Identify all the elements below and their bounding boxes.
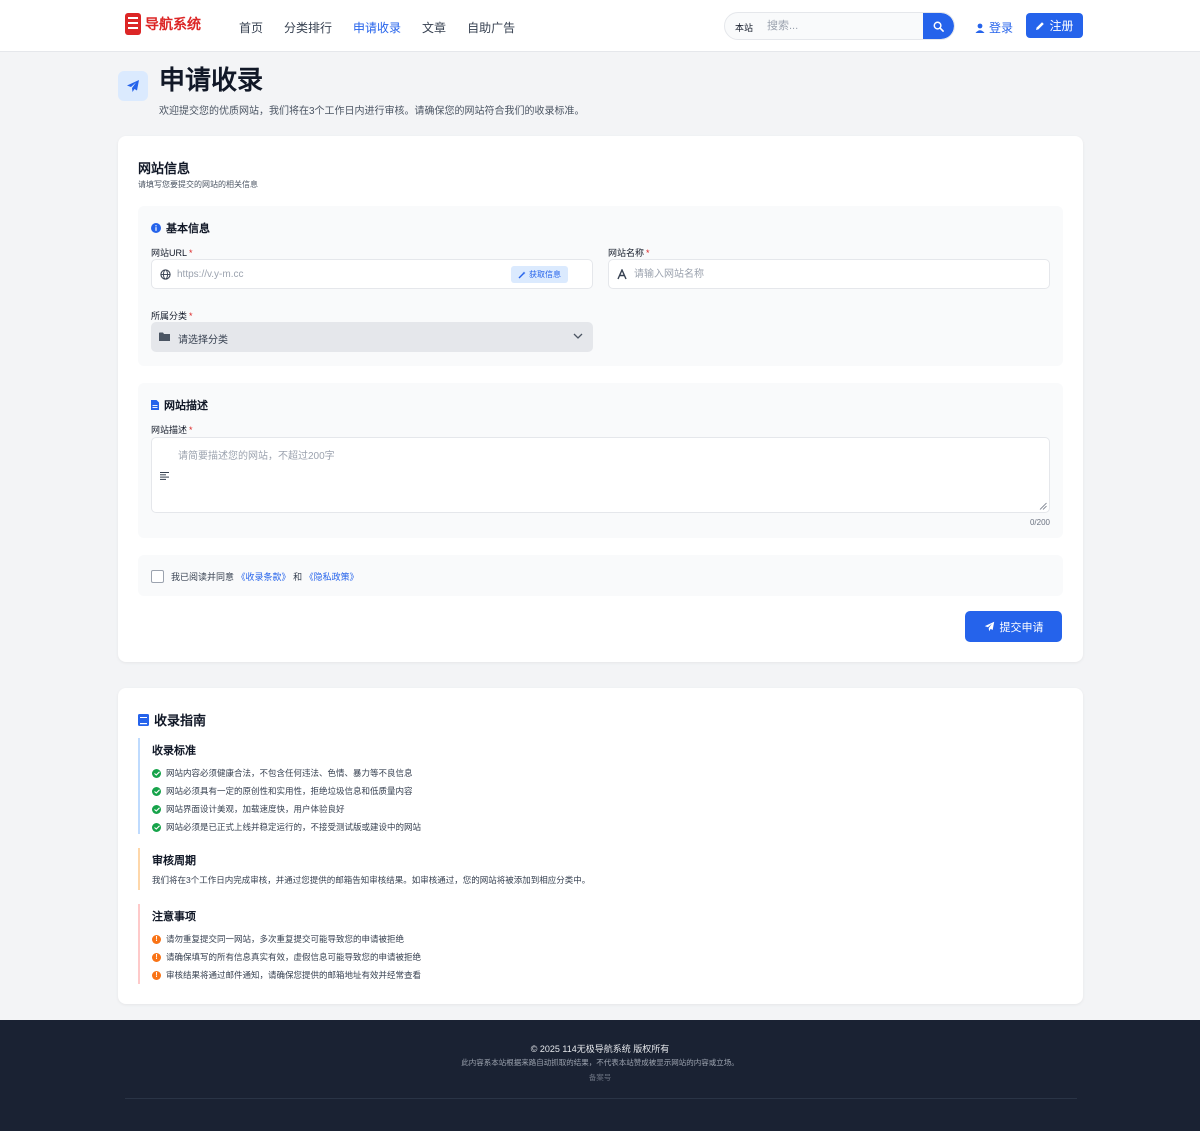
name-field <box>608 259 1050 289</box>
align-left-icon <box>160 472 169 480</box>
list-item: ! 请确保填写的所有信息真实有效，虚假信息可能导致您的申请被拒绝 <box>152 948 421 966</box>
nav-home[interactable]: 首页 <box>239 19 263 36</box>
info-icon <box>151 223 161 233</box>
list-item: ! 审核结果将通过邮件通知，请确保您提供的邮箱地址有效并经常查看 <box>152 966 421 984</box>
url-label: 网站URL * <box>151 248 193 258</box>
guide-title: 收录指南 <box>138 710 206 729</box>
logo[interactable]: 导航系统 <box>125 13 201 35</box>
category-label: 所属分类 * <box>151 311 193 321</box>
description-section: 网站描述 网站描述 * 请简要描述您的网站，不超过200字 0/200 <box>138 383 1063 538</box>
description-header: 网站描述 <box>151 397 208 413</box>
form-subtitle: 请填写您要提交的网站的相关信息 <box>138 180 258 189</box>
notes-title: 注意事项 <box>152 911 196 923</box>
paper-plane-icon <box>984 621 994 632</box>
nav-submit-site[interactable]: 申请收录 <box>353 19 401 36</box>
review-cycle-text: 我们将在3个工作日内完成审核，并通过您提供的邮箱告知审核结果。如审核通过，您的网… <box>152 875 591 885</box>
footer-disclaimer: 此内容系本站根据来路自动抓取的结果，不代表本站赞成被显示网站的内容或立场。 <box>461 1058 739 1067</box>
privacy-link[interactable]: 《隐私政策》 <box>305 572 359 582</box>
description-counter: 0/200 <box>1029 518 1050 527</box>
nav-self-service-ads[interactable]: 自助广告 <box>467 19 515 36</box>
top-navbar: 导航系统 首页 分类排行 申请收录 文章 自助广告 本站 登录 注册 <box>0 0 1200 52</box>
exclamation-circle-icon: ! <box>152 952 161 962</box>
review-cycle-block: 审核周期 我们将在3个工作日内完成审核，并通过您提供的邮箱告知审核结果。如审核通… <box>138 848 590 890</box>
basic-info-section: 基本信息 网站URL* 获取信息 网站名称* 所属分类* 请选择分类 <box>138 206 1063 366</box>
login-label: 登录 <box>989 21 1014 35</box>
basic-info-header: 基本信息 <box>151 220 210 236</box>
category-select[interactable]: 请选择分类 <box>151 322 593 352</box>
resize-handle-icon[interactable] <box>1039 502 1047 510</box>
agree-checkbox[interactable] <box>151 570 164 583</box>
url-input[interactable] <box>177 260 477 288</box>
list-item: 网站界面设计美观，加载速度快，用户体验良好 <box>152 800 421 818</box>
search-input[interactable] <box>767 13 922 39</box>
search-icon <box>933 21 944 32</box>
folder-icon <box>159 332 170 341</box>
check-circle-icon <box>152 786 161 796</box>
globe-icon <box>160 269 171 280</box>
footer-icp-link[interactable]: 备案号 <box>0 1072 1200 1083</box>
search-button[interactable] <box>923 13 954 39</box>
review-cycle-title: 审核周期 <box>152 855 196 867</box>
nav-articles[interactable]: 文章 <box>422 19 446 36</box>
font-icon <box>617 269 627 280</box>
exclamation-circle-icon: ! <box>152 934 161 944</box>
submit-button[interactable]: 提交申请 <box>965 611 1062 642</box>
agreement-text: 我已阅读并同意 《收录条款》 和 《隐私政策》 <box>171 572 359 582</box>
magic-wand-icon <box>518 271 526 278</box>
logo-icon <box>125 13 141 35</box>
login-link[interactable]: 登录 <box>975 19 1013 36</box>
register-button[interactable]: 注册 <box>1026 13 1083 38</box>
pencil-icon <box>1036 21 1045 30</box>
page-title: 申请收录 <box>159 65 264 95</box>
check-circle-icon <box>152 768 161 778</box>
list-item: 网站内容必须健康合法，不包含任何违法、色情、暴力等不良信息 <box>152 764 421 782</box>
description-label: 网站描述 * <box>151 425 193 435</box>
list-item: 网站必须具有一定的原创性和实用性，拒绝垃圾信息和低质量内容 <box>152 782 421 800</box>
chevron-down-icon <box>573 333 583 339</box>
paper-plane-icon <box>118 71 148 101</box>
register-label: 注册 <box>1049 19 1074 33</box>
list-item: 网站必须是已正式上线并稳定运行的，不接受测试版或建设中的网站 <box>152 818 421 836</box>
check-circle-icon <box>152 822 161 832</box>
check-circle-icon <box>152 804 161 814</box>
footer-copyright: © 2025 114无极导航系统 版权所有 <box>530 1044 670 1054</box>
user-icon <box>975 23 985 33</box>
fetch-info-button[interactable]: 获取信息 <box>511 266 568 283</box>
exclamation-circle-icon: ! <box>152 970 161 980</box>
footer-divider <box>125 1098 1077 1099</box>
url-field: 获取信息 <box>151 259 593 289</box>
page-subtitle: 欢迎提交您的优质网站，我们将在3个工作日内进行审核。请确保您的网站符合我们的收录… <box>159 106 585 117</box>
name-label: 网站名称 * <box>608 248 650 258</box>
agreement-section: 我已阅读并同意 《收录条款》 和 《隐私政策》 <box>138 555 1063 596</box>
footer: © 2025 114无极导航系统 版权所有 此内容系本站根据来路自动抓取的结果，… <box>0 1020 1200 1131</box>
standards-title: 收录标准 <box>152 745 196 757</box>
notes-block: 注意事项 ! 请勿重复提交同一网站，多次重复提交可能导致您的申请被拒绝 ! 请确保填… <box>138 904 421 984</box>
main-nav: 首页 分类排行 申请收录 文章 自助广告 <box>239 19 515 36</box>
document-icon <box>151 400 159 410</box>
website-info-card: 网站信息 请填写您要提交的网站的相关信息 基本信息 网站URL* 获取信息 网站… <box>118 136 1083 662</box>
form-title: 网站信息 <box>138 161 191 176</box>
list-item: ! 请勿重复提交同一网站，多次重复提交可能导致您的申请被拒绝 <box>152 930 421 948</box>
search-scope-select[interactable]: 本站 <box>735 21 753 34</box>
description-textarea[interactable]: 请简要描述您的网站，不超过200字 <box>151 437 1050 513</box>
search-box: 本站 <box>724 12 955 40</box>
book-icon <box>138 713 149 726</box>
standards-block: 收录标准 网站内容必须健康合法，不包含任何违法、色情、暴力等不良信息 网站必须具… <box>138 738 421 834</box>
nav-category-ranking[interactable]: 分类排行 <box>284 19 332 36</box>
site-name-input[interactable] <box>634 260 1034 288</box>
guide-card: 收录指南 收录标准 网站内容必须健康合法，不包含任何违法、色情、暴力等不良信息 … <box>118 688 1083 1004</box>
terms-link[interactable]: 《收录条款》 <box>237 572 291 582</box>
logo-text: 导航系统 <box>145 16 201 32</box>
